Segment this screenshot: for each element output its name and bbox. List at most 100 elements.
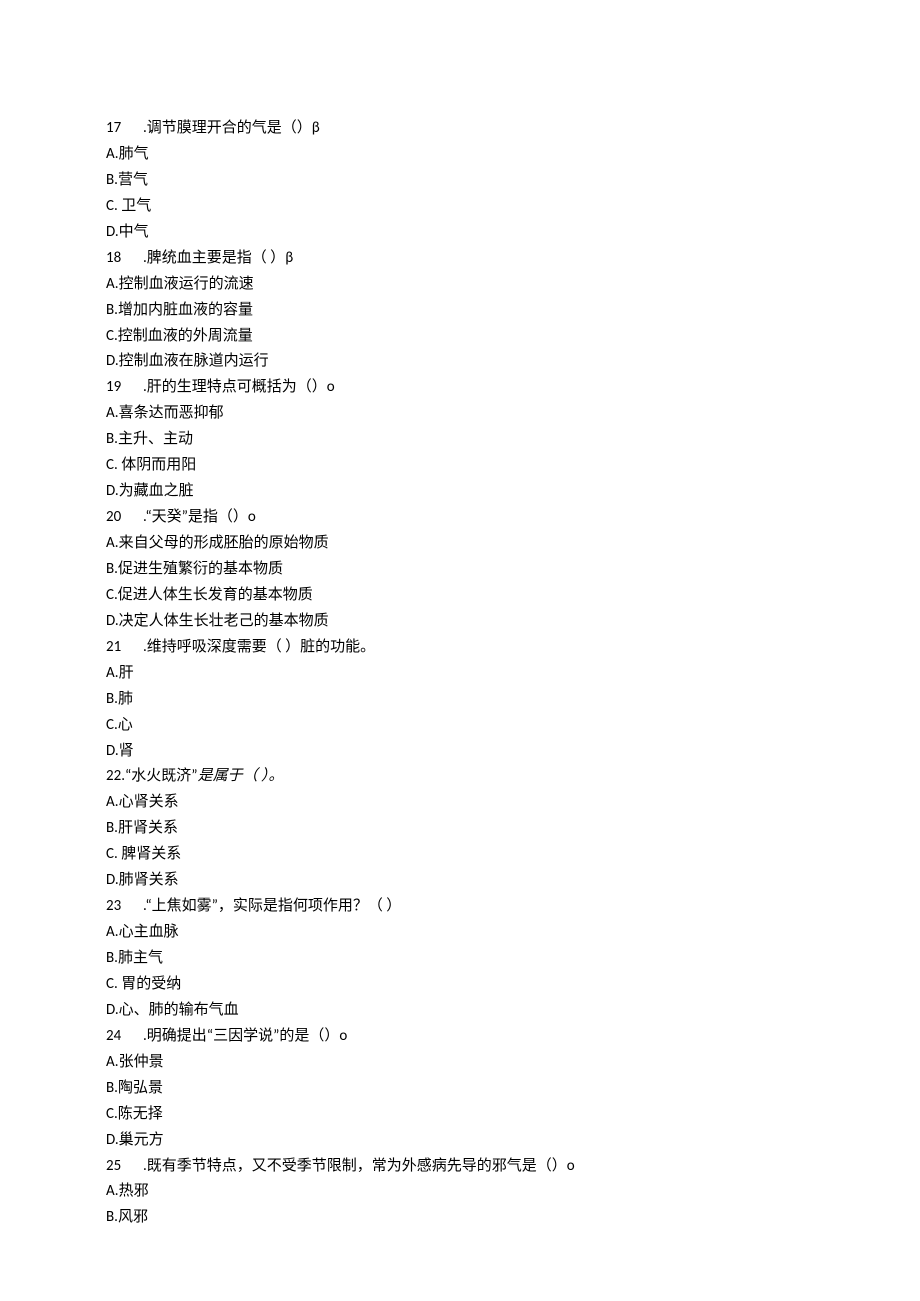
- option-text: 心主血脉: [119, 924, 179, 940]
- option-line: A.肝: [106, 661, 820, 687]
- question-stem: 21.维持呼吸深度需要（ ）脏的功能。: [106, 635, 820, 661]
- question-text: .明确提出“三因学说”的是（）o: [143, 1027, 347, 1045]
- option-line: D.决定人体生长壮老己的基本物质: [106, 609, 820, 635]
- option-letter: C.: [106, 197, 121, 215]
- question-text: β: [285, 249, 293, 267]
- question-block: 23.“上焦如雾”，实际是指何项作用？（ ）A.心主血脉B.肺主气C. 胃的受纳…: [106, 894, 820, 1024]
- option-text: 张仲景: [119, 1054, 164, 1070]
- option-letter: C.: [106, 975, 121, 993]
- option-letter: A.: [106, 275, 119, 293]
- option-letter: B.: [106, 1208, 118, 1226]
- option-line: D.心、肺的输布气血: [106, 998, 820, 1024]
- question-text: .调节膜理开合的气是（）: [143, 119, 312, 137]
- option-line: D.肺肾关系: [106, 868, 820, 894]
- option-line: A.张仲景: [106, 1050, 820, 1076]
- question-block: 24.明确提出“三因学说”的是（）oA.张仲景B.陶弘景C.陈无择D.巢元方: [106, 1024, 820, 1154]
- question-text: “水火既济”: [125, 767, 198, 785]
- question-text: 是属于（ ）。: [198, 767, 284, 785]
- question-number: 24: [106, 1024, 128, 1050]
- document-body: 17.调节膜理开合的气是（）βA.肺气B.营气C. 卫气D.中气18.脾统血主要…: [106, 116, 820, 1231]
- option-line: B.营气: [106, 168, 820, 194]
- option-letter: B.: [106, 430, 118, 448]
- option-text: 风邪: [118, 1209, 148, 1225]
- option-letter: C.: [106, 716, 118, 734]
- option-line: C. 体阴而用阳: [106, 453, 820, 479]
- question-block: 25.既有季节特点，又不受季节限制，常为外感病先导的邪气是（）oA.热邪B.风邪: [106, 1154, 820, 1232]
- option-text: 来自父母的形成胚胎的原始物质: [119, 535, 329, 551]
- option-letter: B.: [106, 171, 118, 189]
- option-line: B.主升、主动: [106, 427, 820, 453]
- option-line: A.控制血液运行的流速: [106, 272, 820, 298]
- option-text: 控制血液在脉道内运行: [119, 353, 269, 369]
- option-line: A.肺气: [106, 142, 820, 168]
- option-text: 主升、主动: [118, 431, 193, 447]
- option-letter: A.: [106, 793, 119, 811]
- option-line: B.肺主气: [106, 946, 820, 972]
- option-letter: B.: [106, 819, 118, 837]
- option-text: 陈无择: [118, 1106, 163, 1122]
- option-letter: C.: [106, 327, 118, 345]
- question-number: 18: [106, 246, 128, 272]
- question-number: 21: [106, 635, 128, 661]
- option-line: A.来自父母的形成胚胎的原始物质: [106, 531, 820, 557]
- option-line: B.增加内脏血液的容量: [106, 298, 820, 324]
- option-text: 中气: [119, 224, 149, 240]
- option-text: 控制血液运行的流速: [119, 276, 254, 292]
- option-line: D.巢元方: [106, 1128, 820, 1154]
- option-text: 巢元方: [119, 1132, 164, 1148]
- question-block: 21.维持呼吸深度需要（ ）脏的功能。A.肝B.肺C.心D.肾: [106, 635, 820, 765]
- question-number: 20: [106, 505, 128, 531]
- question-block: 18.脾统血主要是指（ ）βA.控制血液运行的流速B.增加内脏血液的容量C.控制…: [106, 246, 820, 376]
- option-text: 心、肺的输布气血: [119, 1002, 239, 1018]
- option-letter: A.: [106, 145, 119, 163]
- option-letter: B.: [106, 560, 118, 578]
- option-line: C.心: [106, 713, 820, 739]
- option-line: C. 卫气: [106, 194, 820, 220]
- question-number: 19: [106, 375, 128, 401]
- question-block: 17.调节膜理开合的气是（）βA.肺气B.营气C. 卫气D.中气: [106, 116, 820, 246]
- option-line: A.心主血脉: [106, 920, 820, 946]
- option-text: 为藏血之脏: [119, 483, 194, 499]
- option-letter: C.: [106, 845, 121, 863]
- question-stem: 24 .明确提出“三因学说”的是（）o: [106, 1024, 820, 1050]
- option-text: 促进生殖繁衍的基本物质: [118, 561, 283, 577]
- option-letter: B.: [106, 301, 118, 319]
- option-line: C. 胃的受纳: [106, 972, 820, 998]
- option-letter: A.: [106, 534, 119, 552]
- option-line: D.中气: [106, 220, 820, 246]
- option-text: 体阴而用阳: [121, 457, 196, 473]
- question-block: 20.“天癸”是指（）oA.来自父母的形成胚胎的原始物质B.促进生殖繁衍的基本物…: [106, 505, 820, 635]
- question-stem: 20.“天癸”是指（）o: [106, 505, 820, 531]
- question-stem: 25.既有季节特点，又不受季节限制，常为外感病先导的邪气是（）o: [106, 1154, 820, 1180]
- option-line: B.陶弘景: [106, 1076, 820, 1102]
- option-letter: D.: [106, 1001, 119, 1019]
- option-letter: D.: [106, 482, 119, 500]
- option-text: 心: [118, 717, 133, 733]
- question-stem: 22.“水火既济”是属于（ ）。: [106, 764, 820, 790]
- option-letter: C.: [106, 456, 121, 474]
- question-number: 23: [106, 894, 128, 920]
- question-block: 19.肝的生理特点可概括为（）oA.喜条达而恶抑郁B.主升、主动C. 体阴而用阳…: [106, 375, 820, 505]
- option-letter: A.: [106, 923, 119, 941]
- option-line: B.风邪: [106, 1205, 820, 1231]
- option-text: 心肾关系: [119, 794, 179, 810]
- option-line: C.控制血液的外周流量: [106, 324, 820, 350]
- option-text: 脾肾关系: [121, 846, 181, 862]
- option-line: D.控制血液在脉道内运行: [106, 349, 820, 375]
- option-line: B.肺: [106, 687, 820, 713]
- option-line: A.喜条达而恶抑郁: [106, 401, 820, 427]
- option-letter: D.: [106, 871, 119, 889]
- option-text: 肺: [118, 691, 133, 707]
- option-line: B.促进生殖繁衍的基本物质: [106, 557, 820, 583]
- option-text: 肝: [119, 665, 134, 681]
- option-line: C.促进人体生长发育的基本物质: [106, 583, 820, 609]
- option-text: 促进人体生长发育的基本物质: [118, 587, 313, 603]
- option-line: C. 脾肾关系: [106, 842, 820, 868]
- option-letter: A.: [106, 664, 119, 682]
- option-text: 喜条达而恶抑郁: [119, 405, 224, 421]
- question-text: .脾统血主要是指（ ）: [143, 249, 285, 267]
- option-text: 营气: [118, 172, 148, 188]
- option-line: B.肝肾关系: [106, 816, 820, 842]
- option-text: 热邪: [119, 1183, 149, 1199]
- option-text: 胃的受纳: [121, 976, 181, 992]
